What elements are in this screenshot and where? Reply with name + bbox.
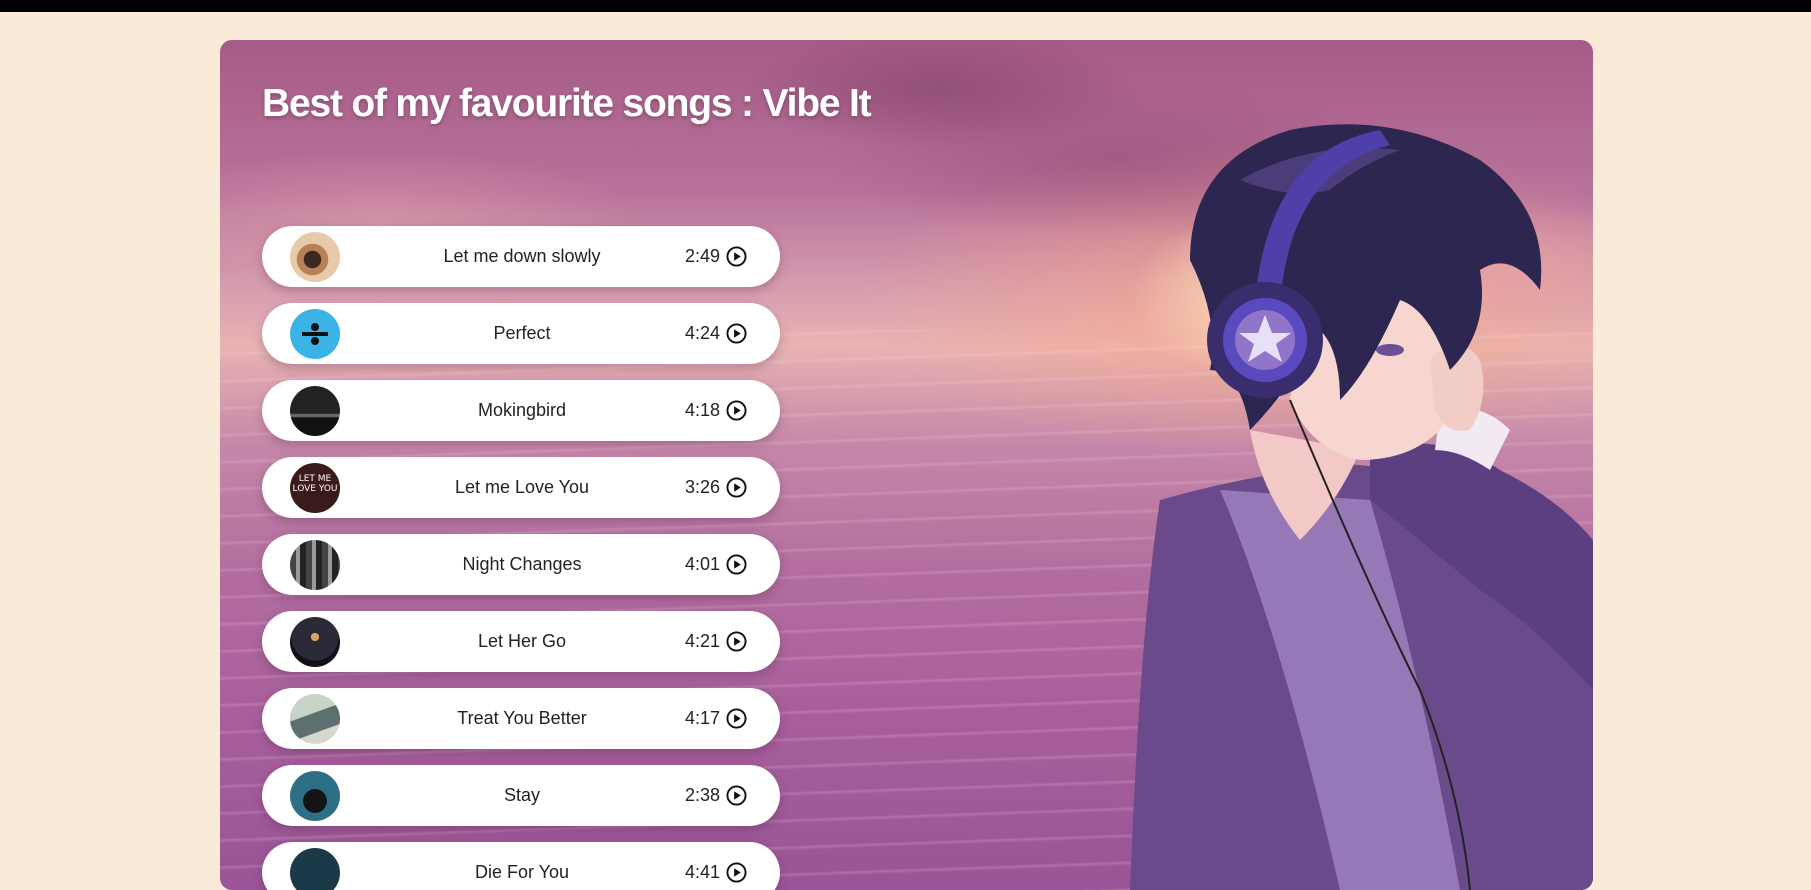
album-cover bbox=[290, 232, 340, 282]
song-duration: 4:21 bbox=[684, 631, 720, 651]
song-title: Let Her Go bbox=[477, 631, 567, 651]
page-title: Best of my favourite songs : Vibe It bbox=[262, 82, 872, 125]
song-list: Let me down slowly 2:49 Perfect 4:24 Mok… bbox=[262, 226, 780, 890]
song-item[interactable]: Stay 2:38 bbox=[262, 765, 780, 826]
play-circle-icon[interactable] bbox=[726, 323, 747, 344]
album-cover bbox=[290, 694, 340, 744]
album-cover bbox=[290, 309, 340, 359]
song-item[interactable]: Let Her Go 4:21 bbox=[262, 611, 780, 672]
song-item[interactable]: Mokingbird 4:18 bbox=[262, 380, 780, 441]
album-cover bbox=[290, 848, 340, 890]
song-duration: 2:49 bbox=[684, 246, 720, 266]
song-duration: 4:24 bbox=[684, 323, 720, 343]
song-duration: 4:01 bbox=[684, 554, 720, 574]
song-duration: 2:38 bbox=[684, 785, 720, 805]
song-title: Die For You bbox=[474, 862, 570, 882]
song-duration: 3:26 bbox=[684, 477, 720, 497]
song-item[interactable]: Die For You 4:41 bbox=[262, 842, 780, 890]
play-circle-icon[interactable] bbox=[726, 477, 747, 498]
album-cover-text: LET ME LOVE YOU bbox=[292, 474, 338, 494]
play-circle-icon[interactable] bbox=[726, 631, 747, 652]
song-item[interactable]: Let me down slowly 2:49 bbox=[262, 226, 780, 287]
play-circle-icon[interactable] bbox=[726, 246, 747, 267]
play-circle-icon[interactable] bbox=[726, 554, 747, 575]
song-title: Perfect bbox=[493, 323, 551, 343]
song-duration: 4:17 bbox=[684, 708, 720, 728]
play-circle-icon[interactable] bbox=[726, 400, 747, 421]
song-title: Treat You Better bbox=[457, 708, 587, 728]
song-item[interactable]: Night Changes 4:01 bbox=[262, 534, 780, 595]
song-item[interactable]: Perfect 4:24 bbox=[262, 303, 780, 364]
play-circle-icon[interactable] bbox=[726, 708, 747, 729]
song-duration: 4:41 bbox=[684, 862, 720, 882]
album-cover bbox=[290, 540, 340, 590]
song-title: Let me Love You bbox=[454, 477, 590, 497]
album-cover bbox=[290, 617, 340, 667]
album-cover bbox=[290, 386, 340, 436]
album-cover: LET ME LOVE YOU bbox=[290, 463, 340, 513]
top-bar bbox=[0, 0, 1811, 12]
song-title: Mokingbird bbox=[477, 400, 567, 420]
playlist-card: Best of my favourite songs : Vibe It Let… bbox=[220, 40, 1593, 890]
play-circle-icon[interactable] bbox=[726, 862, 747, 883]
headphone-character-illustration bbox=[1130, 124, 1593, 890]
song-duration: 4:18 bbox=[684, 400, 720, 420]
album-cover bbox=[290, 771, 340, 821]
song-title: Stay bbox=[503, 785, 541, 805]
song-item[interactable]: LET ME LOVE YOU Let me Love You 3:26 bbox=[262, 457, 780, 518]
song-title: Night Changes bbox=[462, 554, 582, 574]
play-circle-icon[interactable] bbox=[726, 785, 747, 806]
song-title: Let me down slowly bbox=[443, 246, 601, 266]
song-item[interactable]: Treat You Better 4:17 bbox=[262, 688, 780, 749]
